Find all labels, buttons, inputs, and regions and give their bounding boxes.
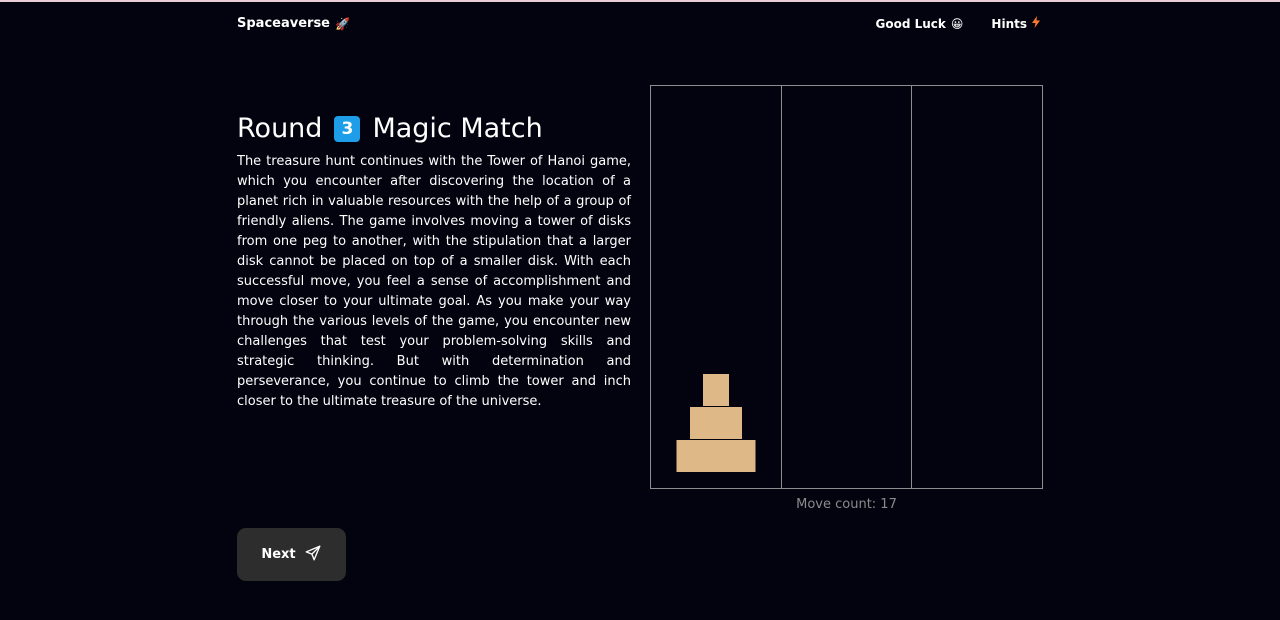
hanoi-board xyxy=(650,85,1043,489)
peg-2[interactable] xyxy=(780,86,912,488)
disk-size-1[interactable] xyxy=(702,374,729,406)
lightning-icon xyxy=(1032,16,1040,31)
move-count: Move count: 17 xyxy=(796,497,897,512)
disk-size-3[interactable] xyxy=(676,440,756,472)
nav-hints-label: Hints xyxy=(991,16,1027,31)
rocket-icon: 🚀 xyxy=(335,16,350,31)
disk-size-2[interactable] xyxy=(689,407,742,439)
top-nav: Good Luck 😀 Hints xyxy=(876,16,1040,31)
story-text: The treasure hunt continues with the Tow… xyxy=(237,154,631,409)
grinning-face-icon: 😀 xyxy=(950,16,964,31)
nav-hints[interactable]: Hints xyxy=(991,16,1040,31)
brand-name: Spaceaverse xyxy=(237,16,330,31)
brand-logo[interactable]: Spaceaverse 🚀 xyxy=(237,16,350,31)
round-label: Round xyxy=(237,113,323,144)
page-title: Round 3 Magic Match xyxy=(237,113,543,144)
nav-good-luck[interactable]: Good Luck 😀 xyxy=(876,16,964,31)
peg-1[interactable] xyxy=(651,86,781,488)
round-name: Magic Match xyxy=(372,113,543,144)
nav-good-luck-label: Good Luck xyxy=(875,16,946,31)
peg-3[interactable] xyxy=(911,86,1042,488)
round-number-badge: 3 xyxy=(334,115,361,142)
send-icon xyxy=(304,544,322,566)
top-accent-line xyxy=(0,0,1280,2)
next-button-label: Next xyxy=(261,547,296,562)
next-button[interactable]: Next xyxy=(237,528,346,581)
